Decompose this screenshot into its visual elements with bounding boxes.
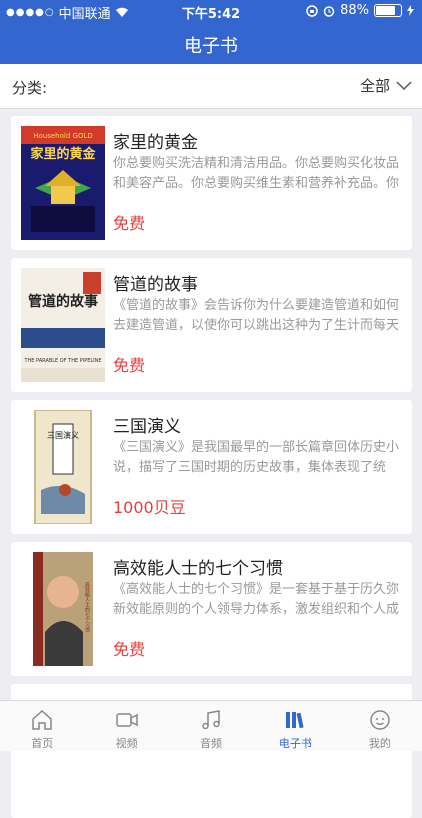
category-label: 分类: [12, 79, 48, 97]
page-title: 电子书 [184, 36, 238, 57]
tab-audio[interactable]: 音频 [169, 701, 253, 751]
book-description: 你总要购买洗洁精和清洁用品。你总要购买化妆品和美容产品。你总要购买维生素和营养补… [113, 156, 400, 191]
battery-icon [374, 4, 402, 17]
rotation-lock-icon [306, 4, 318, 17]
category-filter-bar: 分类: 全部 [0, 64, 422, 109]
book-description: 《三国演义》是我国最早的一部长篇章回体历史小说，描写了三国时期的历史故事，集体表… [113, 440, 400, 475]
svg-text:THE PARABLE OF THE PIPELINE: THE PARABLE OF THE PIPELINE [23, 358, 101, 364]
svg-text:家里的黄金: 家里的黄金 [30, 146, 96, 162]
book-cover: 三国演义 [21, 410, 105, 524]
book-price: 1000贝豆 [113, 498, 186, 517]
app-header: ●●●●○ 中国联通 下午5:42 88% 电子书 [0, 0, 422, 64]
tab-label: 音频 [200, 737, 223, 750]
battery-percent: 88% [340, 3, 369, 18]
book-price: 免费 [113, 640, 146, 659]
home-icon [32, 709, 52, 730]
book-price: 免费 [113, 214, 146, 233]
status-bar: ●●●●○ 中国联通 下午5:42 88% [0, 0, 422, 22]
svg-text:Household GOLD: Household GOLD [33, 132, 93, 140]
music-icon [202, 710, 220, 730]
video-icon [115, 713, 138, 727]
bottom-tab-bar: 首页 视频 音频 电子书 我的 [0, 700, 422, 751]
book-title: 家里的黄金 [113, 133, 198, 153]
book-price: 免费 [113, 356, 146, 375]
tab-label: 电子书 [278, 737, 312, 750]
book-card[interactable]: 管道的故事 THE PARABLE OF THE PIPELINE 管道的故事 … [11, 258, 412, 392]
tab-label: 首页 [31, 737, 54, 750]
book-card[interactable]: 高效能人士的七个习惯 高效能人士的七个习惯 《高效能人士的七个习惯》是一套基于基… [11, 542, 412, 676]
tab-label: 视频 [115, 737, 138, 750]
svg-text:三国演义: 三国演义 [47, 430, 79, 440]
svg-text:高效能人士的七个习惯: 高效能人士的七个习惯 [84, 581, 90, 633]
book-title: 三国演义 [113, 417, 181, 437]
book-description: 《高效能人士的七个习惯》是一套基于基于历久弥新效能原则的个人领导力体系，激发组织… [113, 582, 400, 617]
book-title: 管道的故事 [113, 275, 198, 295]
ebook-icon [286, 712, 305, 729]
tab-profile[interactable]: 我的 [338, 701, 422, 751]
book-cover: 管道的故事 THE PARABLE OF THE PIPELINE [21, 268, 105, 382]
chevron-down-icon [396, 80, 412, 90]
book-card[interactable]: 三国演义 三国演义 《三国演义》是我国最早的一部长篇章回体历史小说，描写了三国时… [11, 400, 412, 534]
alarm-icon [323, 5, 335, 17]
profile-icon [370, 710, 390, 730]
book-cover: Household GOLD 家里的黄金 [21, 126, 105, 240]
svg-text:管道的故事: 管道的故事 [28, 293, 98, 310]
charging-icon [407, 5, 414, 16]
tab-ebook[interactable]: 电子书 [253, 701, 337, 751]
category-dropdown[interactable]: 全部 [360, 75, 412, 96]
book-description: 《管道的故事》会告诉你为什么要建造管道和如何去建造管道，以使你可以跳出这种为了生… [113, 298, 400, 333]
category-selected: 全部 [359, 77, 390, 95]
tab-label: 我的 [368, 737, 391, 750]
tab-video[interactable]: 视频 [84, 701, 168, 751]
book-cover: 高效能人士的七个习惯 [21, 552, 105, 666]
book-card[interactable]: Household GOLD 家里的黄金 家里的黄金 你总要购买洗洁精和清洁用品… [11, 116, 412, 250]
tab-home[interactable]: 首页 [0, 701, 84, 751]
book-title: 高效能人士的七个习惯 [113, 559, 283, 579]
